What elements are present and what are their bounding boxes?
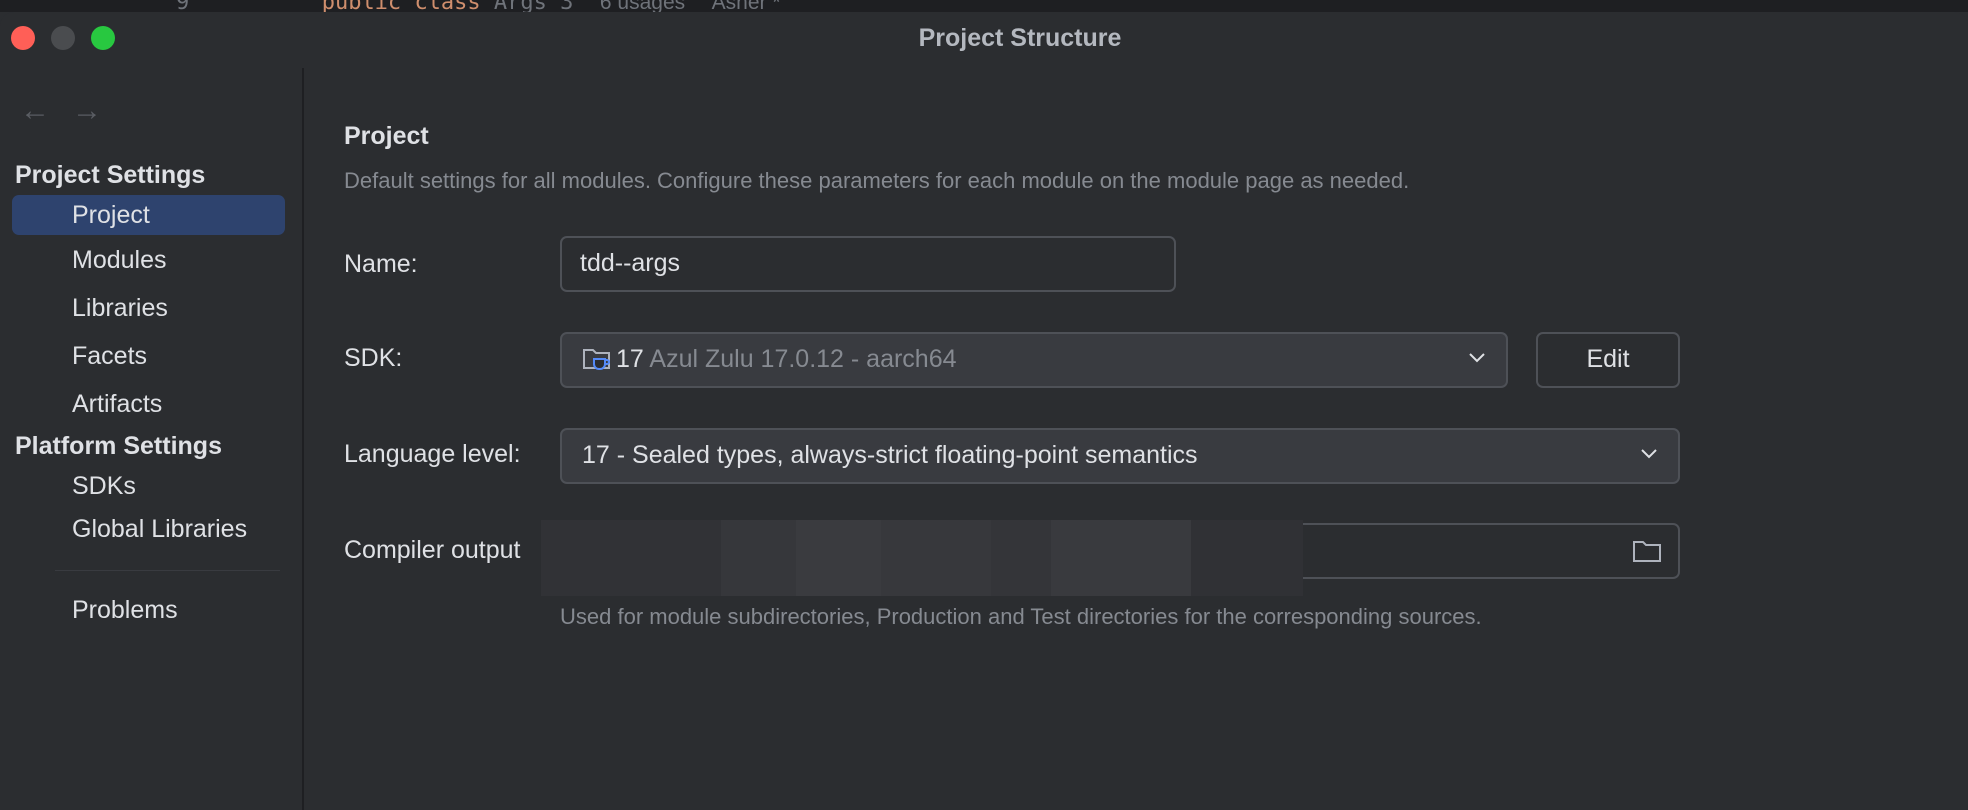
sdk-label: SDK: [344, 344, 403, 372]
project-name-value: tdd--args [580, 249, 681, 277]
folder-icon[interactable] [1632, 538, 1662, 564]
sidebar-divider [55, 570, 280, 571]
sidebar: ← → Project Settings Project Modules Libr… [0, 68, 304, 810]
sidebar-item-problems[interactable]: Problems [12, 590, 285, 630]
page-description: Default settings for all modules. Config… [344, 168, 1410, 193]
sdk-combobox[interactable]: 17 Azul Zulu 17.0.12 - aarch64 [560, 332, 1508, 388]
folder-coffee-icon [583, 349, 610, 370]
history-nav: ← → [20, 94, 124, 128]
background-editor: 9 public class Args 3 6 usages Asher * [0, 0, 1968, 12]
project-name-field[interactable]: tdd--args [560, 236, 1176, 292]
sidebar-item-sdks[interactable]: SDKs [12, 466, 285, 506]
chevron-down-icon [1641, 449, 1657, 459]
back-arrow-icon[interactable]: ← [20, 94, 50, 127]
language-level-combobox[interactable]: 17 - Sealed types, always-strict floatin… [560, 428, 1680, 484]
sidebar-item-artifacts[interactable]: Artifacts [12, 384, 285, 424]
sdk-edit-button[interactable]: Edit [1536, 332, 1680, 388]
sdk-value: 17 Azul Zulu 17.0.12 - aarch64 [582, 334, 957, 384]
language-level-value: 17 - Sealed types, always-strict floatin… [582, 441, 1198, 469]
page-title: Project [344, 122, 429, 150]
project-settings-panel: Project Default settings for all modules… [304, 68, 1968, 810]
project-structure-dialog: Project Structure ← → Project Settings Pr… [0, 12, 1968, 810]
forward-arrow-icon[interactable]: → [72, 94, 102, 127]
language-level-label: Language level: [344, 440, 521, 468]
sidebar-item-libraries[interactable]: Libraries [12, 288, 285, 328]
sidebar-item-global-libraries[interactable]: Global Libraries [12, 509, 285, 549]
sdk-detail: Azul Zulu 17.0.12 - aarch64 [649, 345, 957, 373]
title-bar: Project Structure [0, 12, 1968, 64]
author-hint: Asher * [711, 0, 781, 12]
project-settings-header: Project Settings [15, 161, 206, 189]
window-title: Project Structure [918, 24, 1122, 52]
sidebar-item-facets[interactable]: Facets [12, 336, 285, 376]
chevron-down-icon [1469, 353, 1485, 363]
keyword-public: public [322, 0, 401, 12]
compiler-output-label: Compiler output [344, 536, 521, 564]
class-name: Args 3 [494, 0, 573, 12]
platform-settings-header: Platform Settings [15, 432, 222, 460]
redacted-path-overlay [541, 520, 1303, 596]
sidebar-item-project[interactable]: Project [12, 195, 285, 235]
sidebar-item-modules[interactable]: Modules [12, 240, 285, 280]
keyword-class: class [414, 0, 480, 12]
compiler-output-hint: Used for module subdirectories, Producti… [560, 604, 1482, 629]
usages-hint: 6 usages [599, 0, 686, 12]
sdk-version: 17 [616, 345, 644, 373]
line-number: 9 [0, 0, 189, 12]
editor-code-line: 9 public class Args 3 6 usages Asher * [0, 0, 781, 12]
name-label: Name: [344, 250, 418, 278]
